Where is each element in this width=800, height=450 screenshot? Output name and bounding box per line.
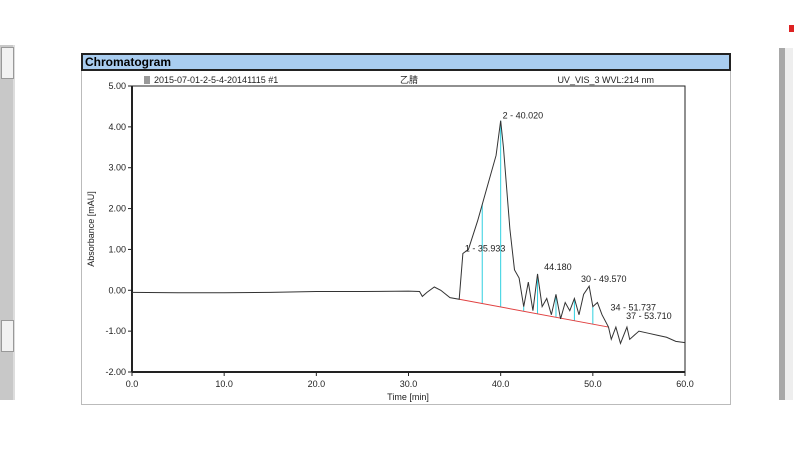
chromatogram-chart: 2015-07-01-2-5-4-20141115 #1 乙腈 UV_VIS_3… — [86, 74, 694, 402]
x-tick-label: 0.0 — [126, 379, 139, 389]
y-tick-label: 3.00 — [108, 163, 126, 173]
y-tick-label: 4.00 — [108, 122, 126, 132]
y-tick-label: -2.00 — [105, 367, 126, 377]
channel-label: UV_VIS_3 WVL:214 nm — [557, 75, 654, 85]
document-icon — [144, 76, 150, 84]
chart-subtitle: 乙腈 — [400, 74, 418, 85]
y-axis-label: Absorbance [mAU] — [86, 191, 96, 267]
x-tick-label: 50.0 — [584, 379, 602, 389]
peak-label: 1 - 35.933 — [465, 243, 506, 253]
peak-label: 44.180 — [544, 262, 572, 272]
signal-line — [131, 120, 686, 345]
y-tick-label: 5.00 — [108, 81, 126, 91]
x-tick-label: 40.0 — [492, 379, 510, 389]
y-tick-label: -1.00 — [105, 326, 126, 336]
peak-label: 30 - 49.570 — [581, 274, 627, 284]
x-axis-label: Time [min] — [387, 392, 429, 402]
chart-title: 2015-07-01-2-5-4-20141115 #1 — [154, 75, 278, 85]
x-tick-label: 20.0 — [308, 379, 326, 389]
x-tick-label: 30.0 — [400, 379, 418, 389]
y-tick-label: 2.00 — [108, 204, 126, 214]
y-tick-label: 0.00 — [108, 285, 126, 295]
x-tick-label: 60.0 — [676, 379, 694, 389]
peak-label: 2 - 40.020 — [503, 111, 544, 121]
x-tick-label: 10.0 — [215, 379, 233, 389]
y-tick-label: 1.00 — [108, 244, 126, 254]
plot-frame — [131, 85, 686, 373]
peak-label: 37 - 53.710 — [626, 311, 672, 321]
